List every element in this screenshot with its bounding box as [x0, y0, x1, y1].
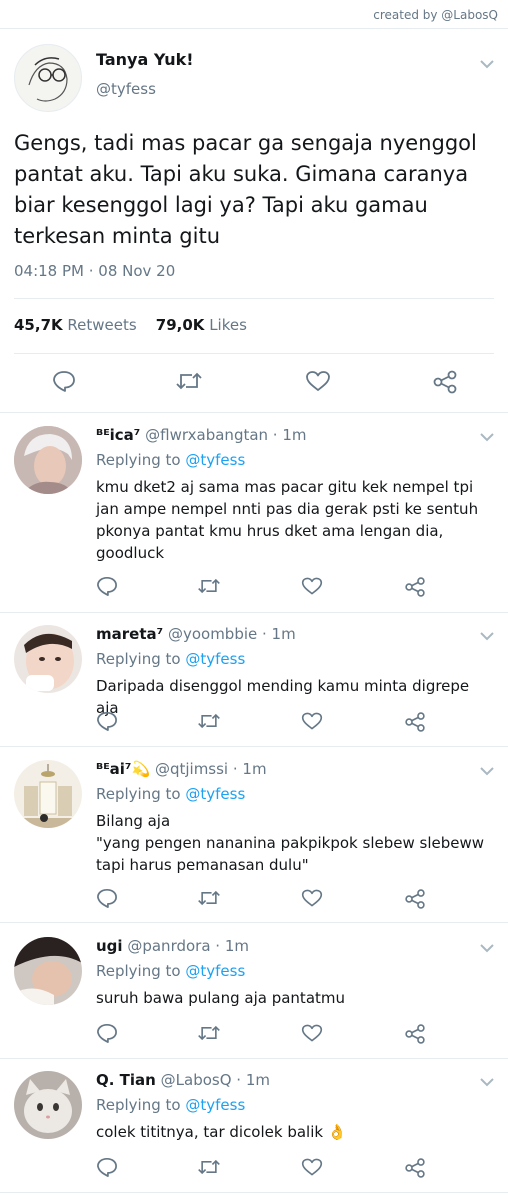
reply-icon[interactable] — [96, 1023, 118, 1043]
divider — [0, 922, 508, 923]
tweet-actions — [0, 366, 508, 396]
reply-header: mareta⁷ @yoombbie · 1m — [96, 625, 296, 643]
avatar[interactable] — [14, 625, 82, 693]
reply-actions — [0, 576, 508, 600]
share-icon[interactable] — [404, 1157, 426, 1179]
divider — [0, 612, 508, 613]
reply-text: Bilang aja "yang pengen nananina pakpikp… — [96, 812, 485, 874]
retweet-icon[interactable] — [197, 1023, 221, 1043]
author-meta[interactable]: @qtjimssi · 1m — [155, 760, 267, 778]
reply-icon[interactable] — [96, 888, 118, 908]
like-icon[interactable] — [305, 370, 331, 392]
share-icon[interactable] — [404, 711, 426, 733]
replying-to-label: Replying to — [96, 650, 181, 668]
reply-text: colek tititnya, tar dicolek balik 👌 — [96, 1123, 347, 1141]
reply-header: ugi @panrdora · 1m — [96, 937, 249, 955]
author-name[interactable]: mareta⁷ — [96, 625, 163, 643]
top-divider — [0, 28, 508, 29]
replying-to-handle[interactable]: @tyfess — [185, 1096, 245, 1114]
replying-to: Replying to @tyfess — [96, 650, 245, 668]
replying-to-handle[interactable]: @tyfess — [185, 451, 245, 469]
retweet-icon[interactable] — [197, 888, 221, 908]
reply-text: kmu dket2 aj sama mas pacar gitu kek nem… — [96, 478, 479, 562]
avatar[interactable] — [14, 937, 82, 1005]
tweet-timestamp[interactable]: 04:18 PM · 08 Nov 20 — [14, 262, 175, 280]
replying-to: Replying to @tyfess — [96, 451, 245, 469]
chevron-down-icon[interactable] — [480, 1077, 494, 1087]
author-handle[interactable]: @tyfess — [96, 80, 156, 98]
reply-icon[interactable] — [96, 576, 118, 596]
chevron-down-icon[interactable] — [480, 943, 494, 953]
retweet-icon[interactable] — [197, 576, 221, 596]
divider — [0, 1192, 508, 1193]
author-name[interactable]: Tanya Yuk! — [96, 50, 194, 69]
reply-actions — [0, 1157, 508, 1181]
reply-header: Q. Tian @LabosQ · 1m — [96, 1071, 270, 1089]
reply-text: suruh bawa pulang aja pantatmu — [96, 989, 346, 1007]
reply-actions — [0, 711, 508, 735]
reply-icon[interactable] — [96, 1157, 118, 1177]
reply-header: ᴮᴱai⁷💫 @qtjimssi · 1m — [96, 760, 267, 778]
reply-header: ᴮᴱica⁷ @flwrxabangtan · 1m — [96, 426, 307, 444]
author-name[interactable]: ᴮᴱica⁷ — [96, 426, 140, 444]
author-name[interactable]: Q. Tian — [96, 1071, 156, 1089]
replying-to: Replying to @tyfess — [96, 785, 245, 803]
retweet-icon[interactable] — [197, 1157, 221, 1177]
replying-to-label: Replying to — [96, 962, 181, 980]
avatar[interactable] — [14, 426, 82, 494]
reply-icon[interactable] — [96, 711, 118, 731]
chevron-down-icon[interactable] — [480, 631, 494, 641]
replying-to-handle[interactable]: @tyfess — [185, 785, 245, 803]
replying-to-label: Replying to — [96, 1096, 181, 1114]
divider — [0, 746, 508, 747]
retweet-icon[interactable] — [197, 711, 221, 731]
divider — [14, 353, 494, 354]
reply-icon[interactable] — [52, 370, 76, 392]
divider — [0, 412, 508, 413]
like-icon[interactable] — [301, 1157, 323, 1177]
replying-to-label: Replying to — [96, 451, 181, 469]
replying-to-handle[interactable]: @tyfess — [185, 962, 245, 980]
like-icon[interactable] — [301, 711, 323, 731]
avatar[interactable] — [14, 44, 82, 112]
chevron-down-icon[interactable] — [480, 766, 494, 776]
author-meta[interactable]: @panrdora · 1m — [127, 937, 249, 955]
chevron-down-icon[interactable] — [480, 432, 494, 442]
author-name[interactable]: ᴮᴱai⁷💫 — [96, 760, 150, 778]
likes-count[interactable]: 79,0K — [156, 316, 205, 334]
tweet-stats: 45,7K Retweets 79,0K Likes — [14, 316, 247, 334]
replying-to: Replying to @tyfess — [96, 962, 245, 980]
retweets-label[interactable]: Retweets — [67, 316, 136, 334]
share-icon[interactable] — [404, 888, 426, 910]
share-icon[interactable] — [432, 370, 458, 394]
author-meta[interactable]: @flwrxabangtan · 1m — [145, 426, 306, 444]
like-icon[interactable] — [301, 576, 323, 596]
tweet-text: Gengs, tadi mas pacar ga sengaja nyenggo… — [14, 131, 477, 248]
share-icon[interactable] — [404, 1023, 426, 1045]
author-name[interactable]: ugi — [96, 937, 123, 955]
avatar[interactable] — [14, 1071, 82, 1139]
reply-actions — [0, 888, 508, 912]
author-meta[interactable]: @yoombbie · 1m — [168, 625, 296, 643]
divider — [14, 298, 494, 299]
divider — [0, 1058, 508, 1059]
author-meta[interactable]: @LabosQ · 1m — [161, 1071, 270, 1089]
like-icon[interactable] — [301, 888, 323, 908]
share-icon[interactable] — [404, 576, 426, 598]
replying-to-label: Replying to — [96, 785, 181, 803]
replying-to-handle[interactable]: @tyfess — [185, 650, 245, 668]
avatar[interactable] — [14, 760, 82, 828]
chevron-down-icon[interactable] — [480, 59, 494, 69]
likes-label[interactable]: Likes — [209, 316, 247, 334]
replying-to: Replying to @tyfess — [96, 1096, 245, 1114]
retweet-icon[interactable] — [175, 370, 203, 392]
reply-actions — [0, 1023, 508, 1047]
like-icon[interactable] — [301, 1023, 323, 1043]
retweets-count[interactable]: 45,7K — [14, 316, 63, 334]
created-by-credit: created by @LabosQ — [373, 8, 498, 22]
